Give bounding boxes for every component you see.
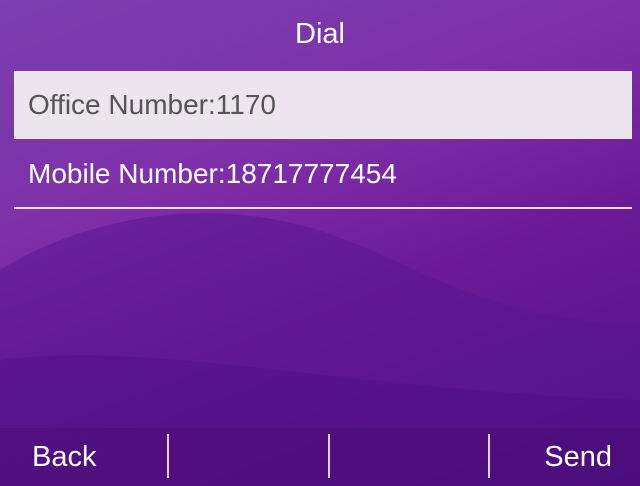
dial-screen: Dial Office Number:1170 Mobile Number:18… — [0, 0, 640, 486]
mobile-number-label: Mobile Number:18717777454 — [28, 158, 397, 189]
softkey-divider — [328, 434, 330, 478]
softkey-bar: Back Send — [0, 428, 640, 486]
office-number-label: Office Number:1170 — [28, 89, 276, 120]
softkey-divider — [488, 434, 490, 478]
send-softkey[interactable]: Send — [544, 428, 612, 486]
office-number-item[interactable]: Office Number:1170 — [14, 71, 632, 139]
softkey-divider — [167, 434, 169, 478]
mobile-number-item[interactable]: Mobile Number:18717777454 — [14, 141, 632, 209]
page-title: Dial — [295, 17, 345, 50]
back-softkey[interactable]: Back — [32, 428, 96, 486]
